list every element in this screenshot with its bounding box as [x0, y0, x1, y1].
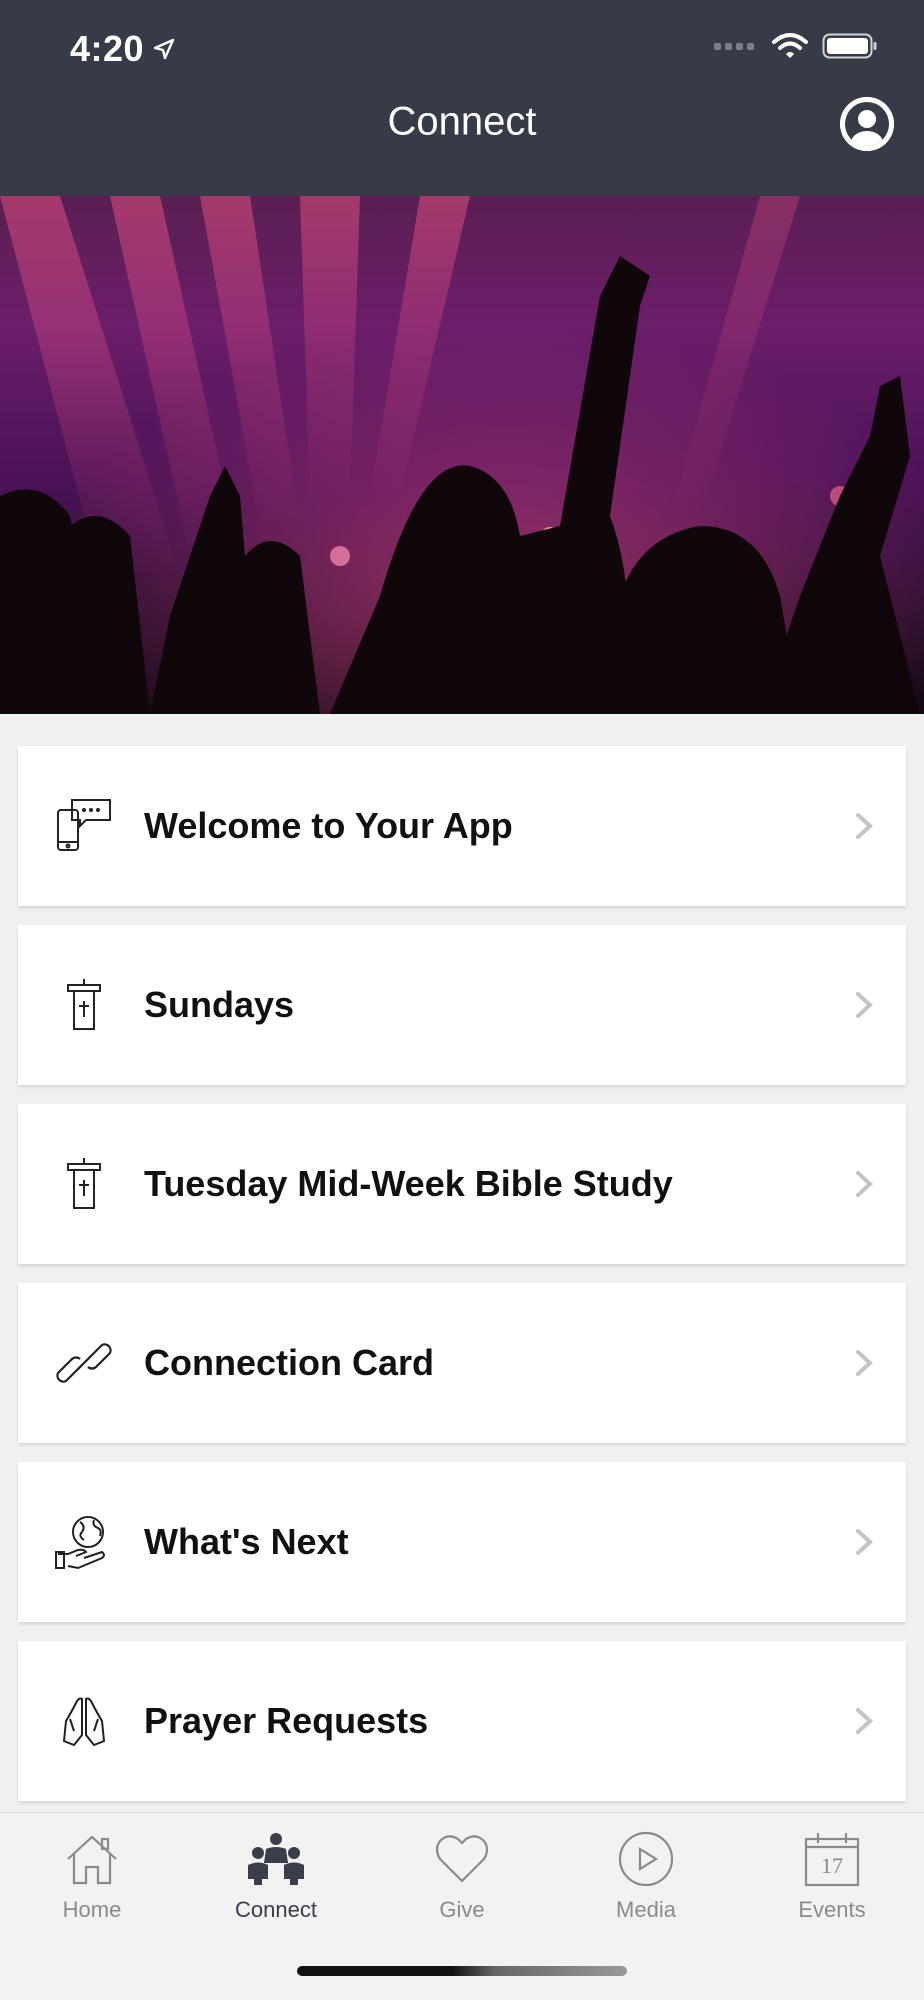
- tab-connect[interactable]: Connect: [184, 1829, 368, 1939]
- chevron-right-icon: [856, 1171, 873, 1197]
- chevron-right-icon: [856, 992, 873, 1018]
- chat-phone-icon: [54, 796, 114, 856]
- list-item-label: Sundays: [144, 984, 295, 1025]
- praying-hands-icon: [54, 1691, 114, 1751]
- profile-button[interactable]: [840, 97, 894, 151]
- location-arrow-icon: [153, 38, 175, 60]
- tab-give-label: Give: [439, 1897, 485, 1922]
- tab-connect-label: Connect: [235, 1897, 317, 1922]
- list-item-label: Tuesday Mid-Week Bible Study: [144, 1163, 673, 1204]
- status-time-text: 4:20: [70, 28, 145, 69]
- chevron-right-icon: [856, 1529, 873, 1555]
- app-header: 4:20 Connect: [0, 0, 924, 196]
- worship-crowd-image: [0, 196, 924, 714]
- play-icon: [616, 1829, 676, 1889]
- home-icon: [62, 1829, 122, 1889]
- link-icon: [54, 1333, 114, 1393]
- tab-media-label: Media: [616, 1897, 676, 1922]
- connect-list: Welcome to Your App Sundays Tuesday Mid-…: [18, 746, 906, 1820]
- wifi-icon: [772, 33, 808, 58]
- calendar-icon: 17: [802, 1829, 862, 1889]
- list-item[interactable]: Welcome to Your App: [18, 746, 906, 906]
- pulpit-icon: [54, 975, 114, 1035]
- home-indicator: [297, 1966, 627, 1976]
- list-item-label: What's Next: [144, 1521, 349, 1562]
- people-icon: [246, 1829, 306, 1889]
- chevron-right-icon: [856, 1708, 873, 1734]
- page-title: Connect: [387, 99, 537, 144]
- chevron-right-icon: [856, 813, 873, 839]
- status-indicators: [714, 32, 878, 60]
- globe-hand-icon: [54, 1512, 114, 1572]
- calendar-day: 17: [821, 1853, 843, 1878]
- user-avatar-icon: [840, 97, 894, 151]
- tab-home[interactable]: Home: [0, 1829, 184, 1939]
- chevron-right-icon: [856, 1350, 873, 1376]
- list-item[interactable]: Tuesday Mid-Week Bible Study: [18, 1104, 906, 1264]
- tab-events-label: Events: [798, 1897, 866, 1922]
- tab-media[interactable]: Media: [554, 1829, 738, 1939]
- cell-signal-icon: [714, 42, 754, 50]
- list-item-label: Welcome to Your App: [144, 805, 513, 846]
- list-item[interactable]: Prayer Requests: [18, 1641, 906, 1801]
- list-item-label: Prayer Requests: [144, 1700, 429, 1741]
- list-item-label: Connection Card: [144, 1342, 435, 1383]
- status-time: 4:20: [70, 28, 176, 70]
- battery-icon: [822, 33, 877, 59]
- list-item[interactable]: Connection Card: [18, 1283, 906, 1443]
- hero-image: [0, 196, 924, 714]
- tab-events[interactable]: 17 Events: [740, 1829, 924, 1939]
- tab-give[interactable]: Give: [370, 1829, 554, 1939]
- list-item[interactable]: Sundays: [18, 925, 906, 1085]
- heart-icon: [432, 1829, 492, 1889]
- pulpit-icon: [54, 1154, 114, 1214]
- list-item[interactable]: What's Next: [18, 1462, 906, 1622]
- tab-home-label: Home: [62, 1897, 122, 1922]
